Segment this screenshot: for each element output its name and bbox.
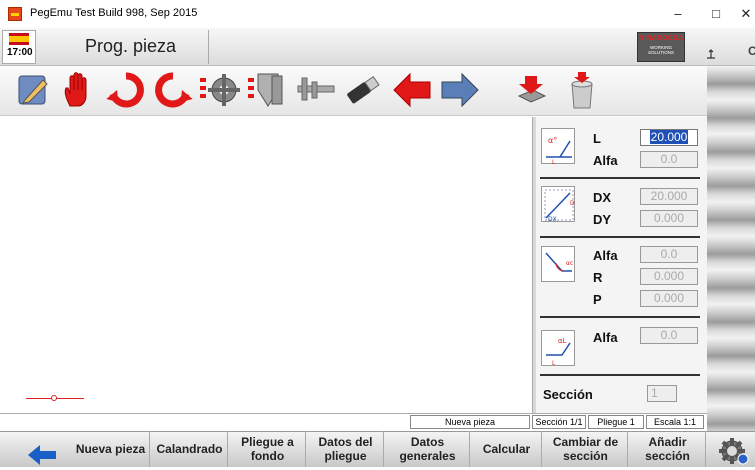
bending-list-icon[interactable]	[248, 70, 288, 110]
arrow-right-icon[interactable]	[440, 70, 480, 110]
rotate-left-icon[interactable]	[106, 70, 146, 110]
seccion-label: Sección	[543, 387, 593, 402]
logo-subtitle: WORKING SOLUTIONS	[647, 45, 674, 55]
nargesa-logo: N NARGESA WORKING SOLUTIONS	[637, 32, 685, 62]
gear-list-icon[interactable]	[200, 70, 240, 110]
status-piece: Nueva pieza	[410, 415, 530, 429]
usb-icon[interactable]	[343, 70, 383, 110]
maximize-button[interactable]: □	[702, 4, 730, 24]
alfa-diagram-icon: αL L	[541, 330, 575, 367]
edit-icon[interactable]	[13, 70, 53, 110]
l-label: L	[593, 131, 601, 146]
header-divider	[208, 30, 209, 64]
close-button[interactable]: ✕	[732, 4, 755, 24]
back-arrow-icon[interactable]	[14, 433, 70, 465]
datos-del-pliegue-button[interactable]: Datos del pliegue	[308, 431, 384, 467]
app-icon	[8, 7, 22, 21]
r-input[interactable]: 0.000	[640, 268, 698, 285]
dx-dy-diagram-icon: DX D	[541, 186, 575, 223]
dx-input[interactable]: 20.000	[640, 188, 698, 205]
alfa-input[interactable]: 0.0	[640, 151, 698, 168]
status-section: Sección 1/1	[532, 415, 586, 429]
rotate-right-icon[interactable]	[153, 70, 193, 110]
alfa-label: Alfa	[593, 248, 618, 263]
calcular-button[interactable]: Calcular	[472, 431, 542, 467]
svg-text:L: L	[552, 360, 556, 367]
r-label: R	[593, 270, 603, 285]
nueva-pieza-button[interactable]: Nueva pieza	[72, 431, 150, 467]
l-input[interactable]: 20.000	[640, 129, 698, 146]
calandrado-button[interactable]: Calandrado	[152, 431, 228, 467]
dy-label: DY	[593, 212, 612, 227]
svg-text:α°: α°	[548, 136, 557, 145]
alfa-input[interactable]: 0.0	[640, 327, 698, 344]
section-separator	[540, 236, 700, 238]
trash-icon[interactable]	[562, 70, 602, 110]
p-input[interactable]: 0.000	[640, 290, 698, 307]
settings-gear-icon[interactable]	[716, 433, 750, 465]
section-separator	[540, 316, 700, 318]
page-title: Prog. pieza	[85, 36, 177, 56]
logo-brand: N NARGESA	[638, 35, 684, 42]
cambiar-de-seccion-button[interactable]: Cambiar de sección	[544, 431, 628, 467]
section-separator	[540, 177, 700, 179]
p-label: P	[593, 292, 602, 307]
caliper-icon[interactable]	[296, 70, 336, 110]
svg-text:αL: αL	[558, 337, 567, 345]
radius-diagram-icon: αc	[541, 246, 575, 282]
alfa-label: Alfa	[593, 153, 618, 168]
profile-node	[51, 395, 57, 401]
section-separator	[540, 374, 700, 376]
arrow-left-icon[interactable]	[392, 70, 432, 110]
svg-text:D: D	[570, 200, 575, 207]
alfa-label: Alfa	[593, 330, 618, 345]
svg-text:L: L	[552, 159, 556, 165]
tool-marker-icon	[706, 46, 716, 59]
pliegue-a-fondo-button[interactable]: Pliegue a fondo	[230, 431, 306, 467]
dy-input[interactable]: 0.000	[640, 210, 698, 227]
svg-text:DX: DX	[548, 216, 557, 223]
dx-label: DX	[593, 190, 612, 205]
svg-text:αc: αc	[566, 260, 573, 267]
status-bend: Pliegue 1	[588, 415, 644, 429]
clock: 17:00	[7, 47, 33, 58]
length-angle-diagram-icon: α° L	[541, 128, 575, 166]
header-edge-glyph: C	[748, 44, 755, 58]
alfa-input[interactable]: 0.0	[640, 246, 698, 263]
drawing-canvas[interactable]	[0, 117, 532, 413]
anadir-seccion-button[interactable]: Añadir sección	[630, 431, 706, 467]
minimize-button[interactable]: –	[664, 4, 692, 24]
seccion-input[interactable]: 1	[647, 385, 677, 402]
import-icon[interactable]	[511, 70, 551, 110]
spain-flag-icon	[9, 33, 29, 45]
hand-stop-icon[interactable]	[58, 70, 98, 110]
datos-generales-button[interactable]: Datos generales	[386, 431, 470, 467]
status-scale: Escala 1:1	[646, 415, 704, 429]
side-rail	[707, 66, 755, 432]
window-title: PegEmu Test Build 998, Sep 2015	[30, 7, 198, 19]
